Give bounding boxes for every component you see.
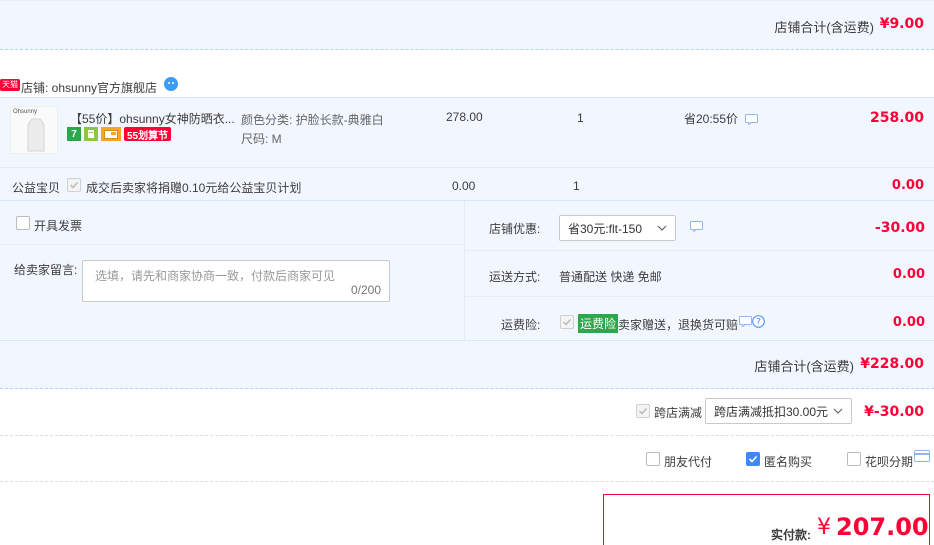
seven-day-return-badge: 7 [67,127,81,141]
charity-row: 公益宝贝 成交后卖家将捐赠0.10元给公益宝贝计划 0.00 1 0.00 [0,167,934,200]
coupon-select-value: 省30元:flt-150 [568,221,643,236]
shipping-label: 运送方式: [489,270,541,284]
shop-total-bar: 店铺合计(含运费) ¥228.00 [0,340,934,389]
message-counter: 0/200 [350,283,381,297]
friend-pay-label[interactable]: 朋友代付 [664,453,712,470]
card-pay-icon [101,127,121,141]
charity-quantity: 1 [573,179,580,193]
guarantee-icon [84,127,98,141]
svg-text:?: ? [756,318,761,328]
item-badges: 7 55划算节 [67,127,172,142]
charity-label: 公益宝贝 [12,181,61,195]
charity-text: 成交后卖家将捐赠0.10元给公益宝贝计划 [86,181,302,195]
insurance-text: 卖家赠送，退换货可赔 [618,318,739,332]
invoice-checkbox[interactable] [16,216,30,230]
chevron-down-icon [657,225,667,231]
top-total-value: ¥9.00 [879,16,924,32]
cross-store-value: ¥-30.00 [864,404,924,420]
charity-checkbox [67,178,81,192]
insurance-tag: 运费险 [578,314,619,333]
product-thumbnail[interactable]: Ohsunny [10,106,58,154]
shop-total-value: ¥228.00 [860,356,924,372]
huabei-card-icon [914,450,930,465]
cross-store-select[interactable]: 跨店满减抵扣30.00元 [705,398,852,424]
final-payment-box: 实付款: ¥ 207.00 [603,494,930,545]
item-subtotal: 258.00 [869,110,924,126]
wangwang-icon[interactable] [163,76,179,92]
shop-name[interactable]: 店铺: ohsunny官方旗舰店 [21,79,157,96]
item-size-attr: 尺码: M [241,132,282,146]
coupon-label: 店铺优惠: [489,222,541,236]
huabei-checkbox[interactable] [847,452,861,466]
huabei-label[interactable]: 花呗分期 [865,453,913,470]
item-unit-price: 278.00 [446,110,483,124]
item-color-attr: 颜色分类: 护脸长款-典雅白 [241,113,384,127]
charity-subtotal: 0.00 [891,178,924,193]
item-quantity: 1 [577,111,584,125]
shipping-text: 普通配送 快递 免邮 [559,270,662,284]
item-row: Ohsunny 【55价】ohsunny女神防晒衣... 7 55划算节 颜色分… [0,97,934,167]
coupon-info-icon[interactable] [690,221,703,235]
shipping-row: 运送方式: 普通配送 快递 免邮 0.00 [465,251,934,297]
coupon-select[interactable]: 省30元:flt-150 [559,215,676,241]
tmall-badge: 天猫 [0,79,20,91]
insurance-label: 运费险: [501,318,541,332]
thumb-brand-text: Ohsunny [13,109,38,115]
top-total-bar: 店铺合计(含运费) ¥9.00 [0,0,934,50]
anonymous-label[interactable]: 匿名购买 [764,453,812,470]
cross-store-select-value: 跨店满减抵扣30.00元 [714,404,829,419]
coupon-value: -30.00 [874,220,925,236]
message-box[interactable]: 选填，请先和商家协商一致，付款后商家可见 0/200 [82,260,390,302]
final-label: 实付款: [771,528,811,542]
cross-store-checkbox [636,404,650,418]
coupon-row: 店铺优惠: 省30元:flt-150 -30.00 [465,201,934,251]
final-currency: ¥ [817,515,831,540]
shipping-value: 0.00 [892,267,925,282]
shop-total-label: 店铺合计(含运费) [754,359,854,374]
item-discount: 省20:55价 [684,112,739,126]
top-total-label: 店铺合计(含运费) [774,20,874,35]
invoice-label[interactable]: 开具发票 [34,217,82,234]
message-placeholder: 选填，请先和商家协商一致，付款后商家可见 [95,269,336,283]
final-amount: 207.00 [836,513,929,541]
item-title[interactable]: 【55价】ohsunny女神防晒衣... [70,110,235,127]
shop-row: 天猫 店铺: ohsunny官方旗舰店 [0,74,934,96]
insurance-row: 运费险: 运费险 卖家赠送，退换货可赔 ? 0.00 [465,297,934,341]
payment-options-row: 朋友代付 匿名购买 花呗分期 [0,436,934,482]
chevron-down-icon [833,408,843,414]
insurance-value: 0.00 [892,315,925,330]
insurance-checkbox [560,315,574,329]
charity-price: 0.00 [452,179,476,193]
friend-pay-checkbox[interactable] [646,452,660,466]
cross-store-row: 跨店满减 跨店满减抵扣30.00元 ¥-30.00 [0,390,934,436]
invoice-row: 开具发票 [0,201,464,245]
message-label: 给卖家留言: [14,263,78,277]
options-right-panel: 店铺优惠: 省30元:flt-150 -30.00 运送方式: 普通配送 快递 … [464,201,934,341]
festival-badge: 55划算节 [124,127,172,142]
help-icon[interactable]: ? [752,315,765,331]
discount-info-icon[interactable] [745,114,758,128]
cross-store-label: 跨店满减 [654,406,703,420]
order-options: 开具发票 给卖家留言: 选填，请先和商家协商一致，付款后商家可见 0/200 店… [0,200,934,341]
anonymous-checkbox[interactable] [746,452,760,466]
insurance-info-icon[interactable] [739,316,752,330]
